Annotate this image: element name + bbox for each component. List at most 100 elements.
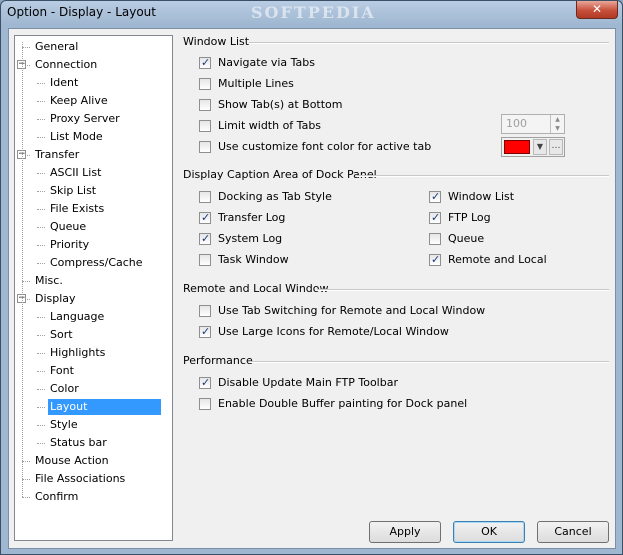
checkbox-box[interactable] (199, 99, 211, 111)
tree-item[interactable]: Display (33, 291, 78, 307)
close-button[interactable]: ✕ (576, 1, 618, 19)
active-tab-color-picker[interactable]: ▼ … (501, 137, 565, 157)
checkbox-box[interactable] (199, 324, 211, 340)
tree-item[interactable]: File Exists (48, 201, 106, 217)
more-colors-icon[interactable]: … (549, 139, 563, 155)
tree-connector (22, 47, 30, 48)
checkbox-box[interactable] (199, 305, 211, 317)
tree-connector (37, 407, 45, 408)
checkbox-show-tabs-bottom[interactable]: Show Tab(s) at Bottom (199, 97, 343, 113)
options-tree: General Connection − Ident Keep Alive Proxy S… (14, 35, 173, 541)
window-title: Option - Display - Layout (7, 5, 156, 19)
tree-item[interactable]: Font (48, 363, 76, 379)
tree-item[interactable]: Sort (48, 327, 75, 343)
options-window: Option - Display - Layout SOFTPEDIA ✕ Ge… (0, 0, 623, 555)
checkbox-box[interactable] (199, 231, 211, 247)
checkbox-label: Show Tab(s) at Bottom (218, 98, 343, 111)
tree-connector (37, 209, 45, 210)
checkbox-box[interactable] (429, 252, 441, 268)
checkbox-dock-left-2[interactable]: System Log (199, 231, 282, 247)
tree-connector (37, 317, 45, 318)
checkbox-tab-switching[interactable]: Use Tab Switching for Remote and Local W… (199, 303, 485, 319)
tree-item[interactable]: Mouse Action (33, 453, 111, 469)
tree-item[interactable]: General (33, 39, 80, 55)
tree-item[interactable]: ASCII List (48, 165, 103, 181)
tree-item[interactable]: Queue (48, 219, 88, 235)
group-divider (249, 361, 609, 363)
tree-item[interactable]: Priority (48, 237, 91, 253)
group-performance: Performance (183, 354, 253, 367)
checkbox-label: Use customize font color for active tab (218, 140, 432, 153)
checkbox-label: Queue (448, 232, 485, 245)
tree-item[interactable]: Status bar (48, 435, 109, 451)
tree-item[interactable]: Transfer (33, 147, 81, 163)
checkbox-limit-width[interactable]: Limit width of Tabs (199, 118, 321, 134)
watermark: SOFTPEDIA (251, 3, 376, 22)
tree-item[interactable]: Proxy Server (48, 111, 122, 127)
color-swatch (504, 140, 530, 154)
tree-connector (37, 389, 45, 390)
tree-item[interactable]: Confirm (33, 489, 80, 505)
checkbox-box[interactable] (429, 210, 441, 226)
checkbox-navigate-via-tabs[interactable]: Navigate via Tabs (199, 55, 315, 71)
checkbox-dock-left-1[interactable]: Transfer Log (199, 210, 285, 226)
tree-item[interactable]: Ident (48, 75, 80, 91)
tree-item[interactable]: Compress/Cache (48, 255, 145, 271)
tree-item[interactable]: File Associations (33, 471, 127, 487)
checkbox-box[interactable] (199, 254, 211, 266)
ok-button[interactable]: OK (453, 521, 525, 543)
checkbox-double-buffer[interactable]: Enable Double Buffer painting for Dock p… (199, 396, 467, 412)
tree-item[interactable]: Style (48, 417, 80, 433)
tree-item[interactable]: Skip List (48, 183, 98, 199)
tree-connector (37, 191, 45, 192)
tree-connector (37, 353, 45, 354)
checkbox-box[interactable] (199, 210, 211, 226)
tree-item[interactable]: Layout (48, 399, 161, 415)
spinner-arrows-icon[interactable]: ▲ ▼ (550, 115, 564, 133)
checkbox-dock-right-2[interactable]: Queue (429, 231, 484, 247)
checkbox-label: Use Tab Switching for Remote and Local W… (218, 304, 486, 317)
checkbox-box[interactable] (429, 189, 441, 205)
tree-item[interactable]: List Mode (48, 129, 105, 145)
tab-width-spinner[interactable]: 100 ▲ ▼ (501, 114, 565, 134)
checkbox-label: FTP Log (448, 211, 491, 224)
checkbox-dock-right-1[interactable]: FTP Log (429, 210, 491, 226)
checkbox-multiple-lines[interactable]: Multiple Lines (199, 76, 294, 92)
checkbox-dock-right-0[interactable]: Window List (429, 189, 514, 205)
checkbox-box[interactable] (199, 375, 211, 391)
tree-connector (22, 42, 23, 497)
tree-item[interactable]: Misc. (33, 273, 65, 289)
tree-item[interactable]: Color (48, 381, 81, 397)
tree-connector (37, 335, 45, 336)
checkbox-dock-right-3[interactable]: Remote and Local (429, 252, 547, 268)
checkbox-label: Transfer Log (218, 211, 286, 224)
cancel-button[interactable]: Cancel (537, 521, 609, 543)
title-bar[interactable]: Option - Display - Layout SOFTPEDIA ✕ (1, 1, 622, 27)
checkbox-box[interactable] (199, 55, 211, 71)
tree-item[interactable]: Highlights (48, 345, 107, 361)
checkbox-label: Multiple Lines (218, 77, 294, 90)
checkbox-label: Use Large Icons for Remote/Local Window (218, 325, 449, 338)
checkbox-dock-left-0[interactable]: Docking as Tab Style (199, 189, 332, 205)
group-window-list: Window List (183, 35, 250, 48)
apply-button[interactable]: Apply (369, 521, 441, 543)
checkbox-label: Disable Update Main FTP Toolbar (218, 376, 398, 389)
checkbox-box[interactable] (199, 191, 211, 203)
tree-item[interactable]: Keep Alive (48, 93, 110, 109)
checkbox-box[interactable] (429, 233, 441, 245)
chevron-down-icon[interactable]: ▼ (533, 139, 547, 155)
checkbox-customize-font-color[interactable]: Use customize font color for active tab (199, 139, 431, 155)
dialog-client: General Connection − Ident Keep Alive Proxy S… (8, 28, 616, 549)
checkbox-box[interactable] (199, 78, 211, 90)
tree-connector (37, 173, 45, 174)
checkbox-dock-left-3[interactable]: Task Window (199, 252, 289, 268)
checkbox-box[interactable] (199, 141, 211, 153)
checkbox-disable-toolbar[interactable]: Disable Update Main FTP Toolbar (199, 375, 398, 391)
tree-item[interactable]: Language (48, 309, 106, 325)
checkbox-label: Task Window (218, 253, 289, 266)
checkbox-box[interactable] (199, 398, 211, 410)
tree-connector (22, 281, 30, 282)
checkbox-box[interactable] (199, 120, 211, 132)
checkbox-large-icons[interactable]: Use Large Icons for Remote/Local Window (199, 324, 449, 340)
tree-item[interactable]: Connection (33, 57, 99, 73)
